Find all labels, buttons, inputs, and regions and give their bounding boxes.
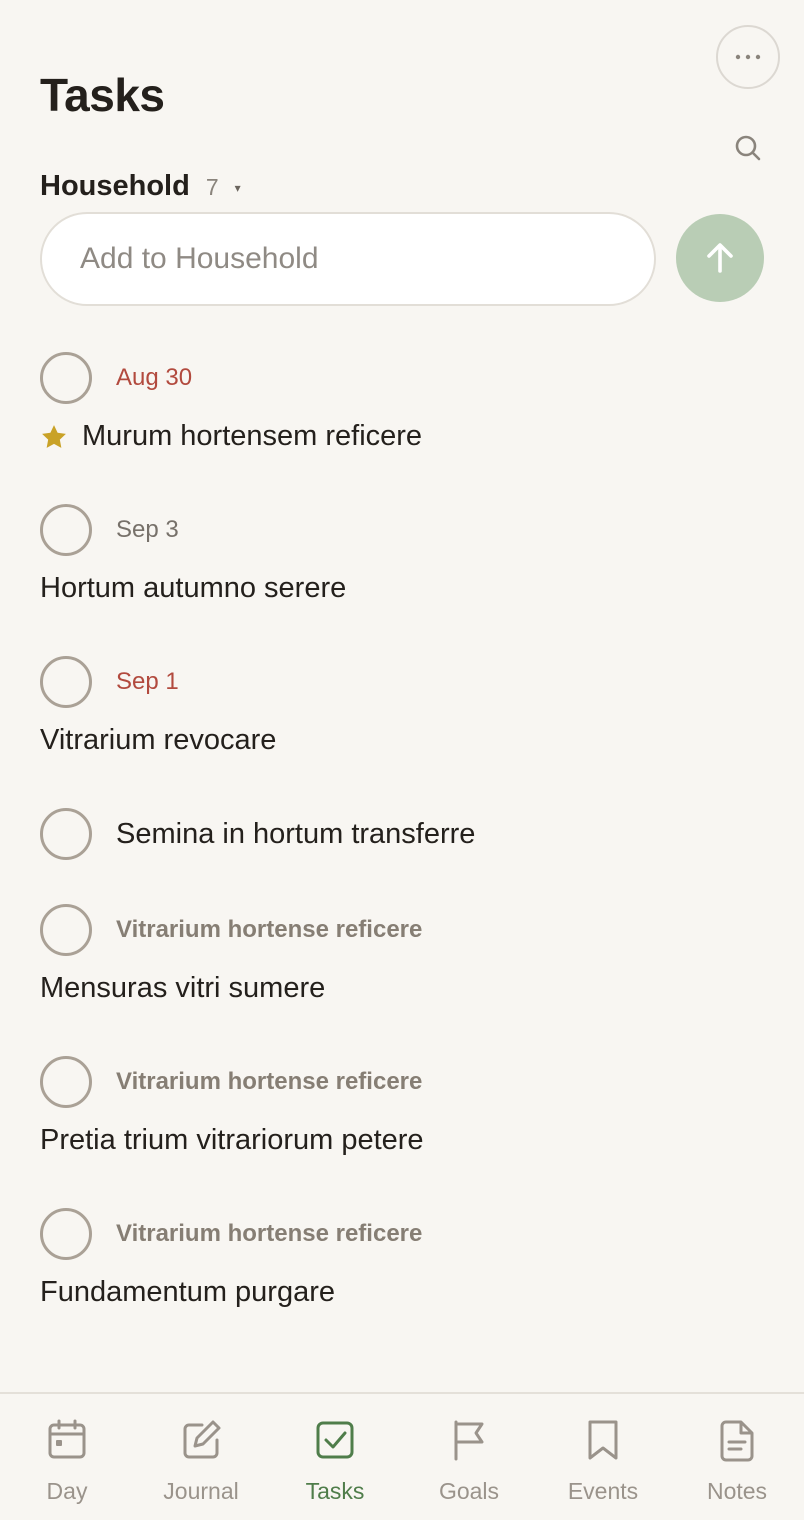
tab-events[interactable]: Events bbox=[536, 1394, 670, 1520]
task-due-date: Sep 3 bbox=[116, 516, 179, 543]
tab-journal[interactable]: Journal bbox=[134, 1394, 268, 1520]
tab-day[interactable]: Day bbox=[0, 1394, 134, 1520]
search-icon bbox=[735, 135, 761, 161]
task-title[interactable]: Semina in hortum transferre bbox=[116, 808, 475, 860]
task-title[interactable]: Fundamentum purgare bbox=[40, 1276, 335, 1309]
tab-label: Journal bbox=[163, 1478, 239, 1504]
list-selector[interactable]: Household 7 ▾ bbox=[40, 170, 241, 210]
list-name: Household bbox=[40, 170, 190, 202]
task-due-date: Sep 1 bbox=[116, 668, 179, 695]
task-checkbox[interactable] bbox=[40, 504, 92, 556]
task-checkbox[interactable] bbox=[40, 904, 92, 956]
document-icon bbox=[720, 1420, 754, 1462]
tab-label: Tasks bbox=[305, 1478, 365, 1504]
task-checkbox[interactable] bbox=[40, 656, 92, 708]
tab-tasks[interactable]: Tasks bbox=[268, 1394, 402, 1520]
task-title[interactable]: Vitrarium revocare bbox=[40, 724, 276, 757]
tab-label: Goals bbox=[438, 1478, 500, 1504]
star-icon bbox=[42, 424, 66, 448]
tab-goals[interactable]: Goals bbox=[402, 1394, 536, 1520]
tasks-screen: Tasks Household 7 ▾ Aug 30 Murum hortens… bbox=[0, 0, 804, 1520]
arrow-up-icon bbox=[707, 243, 733, 273]
tab-label: Notes bbox=[706, 1478, 768, 1504]
task-checkbox[interactable] bbox=[40, 1208, 92, 1260]
ellipsis-icon bbox=[735, 54, 761, 60]
list-count: 7 bbox=[205, 174, 219, 200]
task-checkbox[interactable] bbox=[40, 808, 92, 860]
calendar-icon bbox=[48, 1419, 86, 1459]
caret-down-icon: ▾ bbox=[234, 181, 241, 195]
submit-task-button[interactable] bbox=[676, 214, 764, 302]
bottom-tab-bar: Day Journal Tasks Goals Events Notes bbox=[0, 1392, 804, 1520]
page-title: Tasks bbox=[40, 69, 165, 121]
search-button[interactable] bbox=[730, 130, 766, 166]
task-title[interactable]: Pretia trium vitrariorum petere bbox=[40, 1124, 424, 1157]
tab-label: Events bbox=[567, 1478, 639, 1504]
task-title[interactable]: Hortum autumno serere bbox=[40, 572, 346, 605]
task-checkbox[interactable] bbox=[40, 352, 92, 404]
add-task-input[interactable] bbox=[40, 212, 656, 306]
pencil-square-icon bbox=[183, 1420, 221, 1459]
bookmark-icon bbox=[588, 1420, 618, 1460]
more-options-button[interactable] bbox=[716, 25, 780, 89]
flag-icon bbox=[454, 1420, 484, 1461]
task-project: Vitrarium hortense reficere bbox=[116, 916, 423, 943]
checkbox-icon bbox=[316, 1421, 354, 1459]
tab-label: Day bbox=[46, 1478, 88, 1504]
task-due-date: Aug 30 bbox=[116, 364, 193, 391]
task-title[interactable]: Mensuras vitri sumere bbox=[40, 972, 325, 1005]
task-project: Vitrarium hortense reficere bbox=[116, 1220, 423, 1247]
tab-notes[interactable]: Notes bbox=[670, 1394, 804, 1520]
task-title: Murum hortensem reficere bbox=[82, 420, 423, 452]
task-checkbox[interactable] bbox=[40, 1056, 92, 1108]
task-project: Vitrarium hortense reficere bbox=[116, 1068, 423, 1095]
task-title-row[interactable]: Murum hortensem reficere bbox=[40, 420, 422, 453]
